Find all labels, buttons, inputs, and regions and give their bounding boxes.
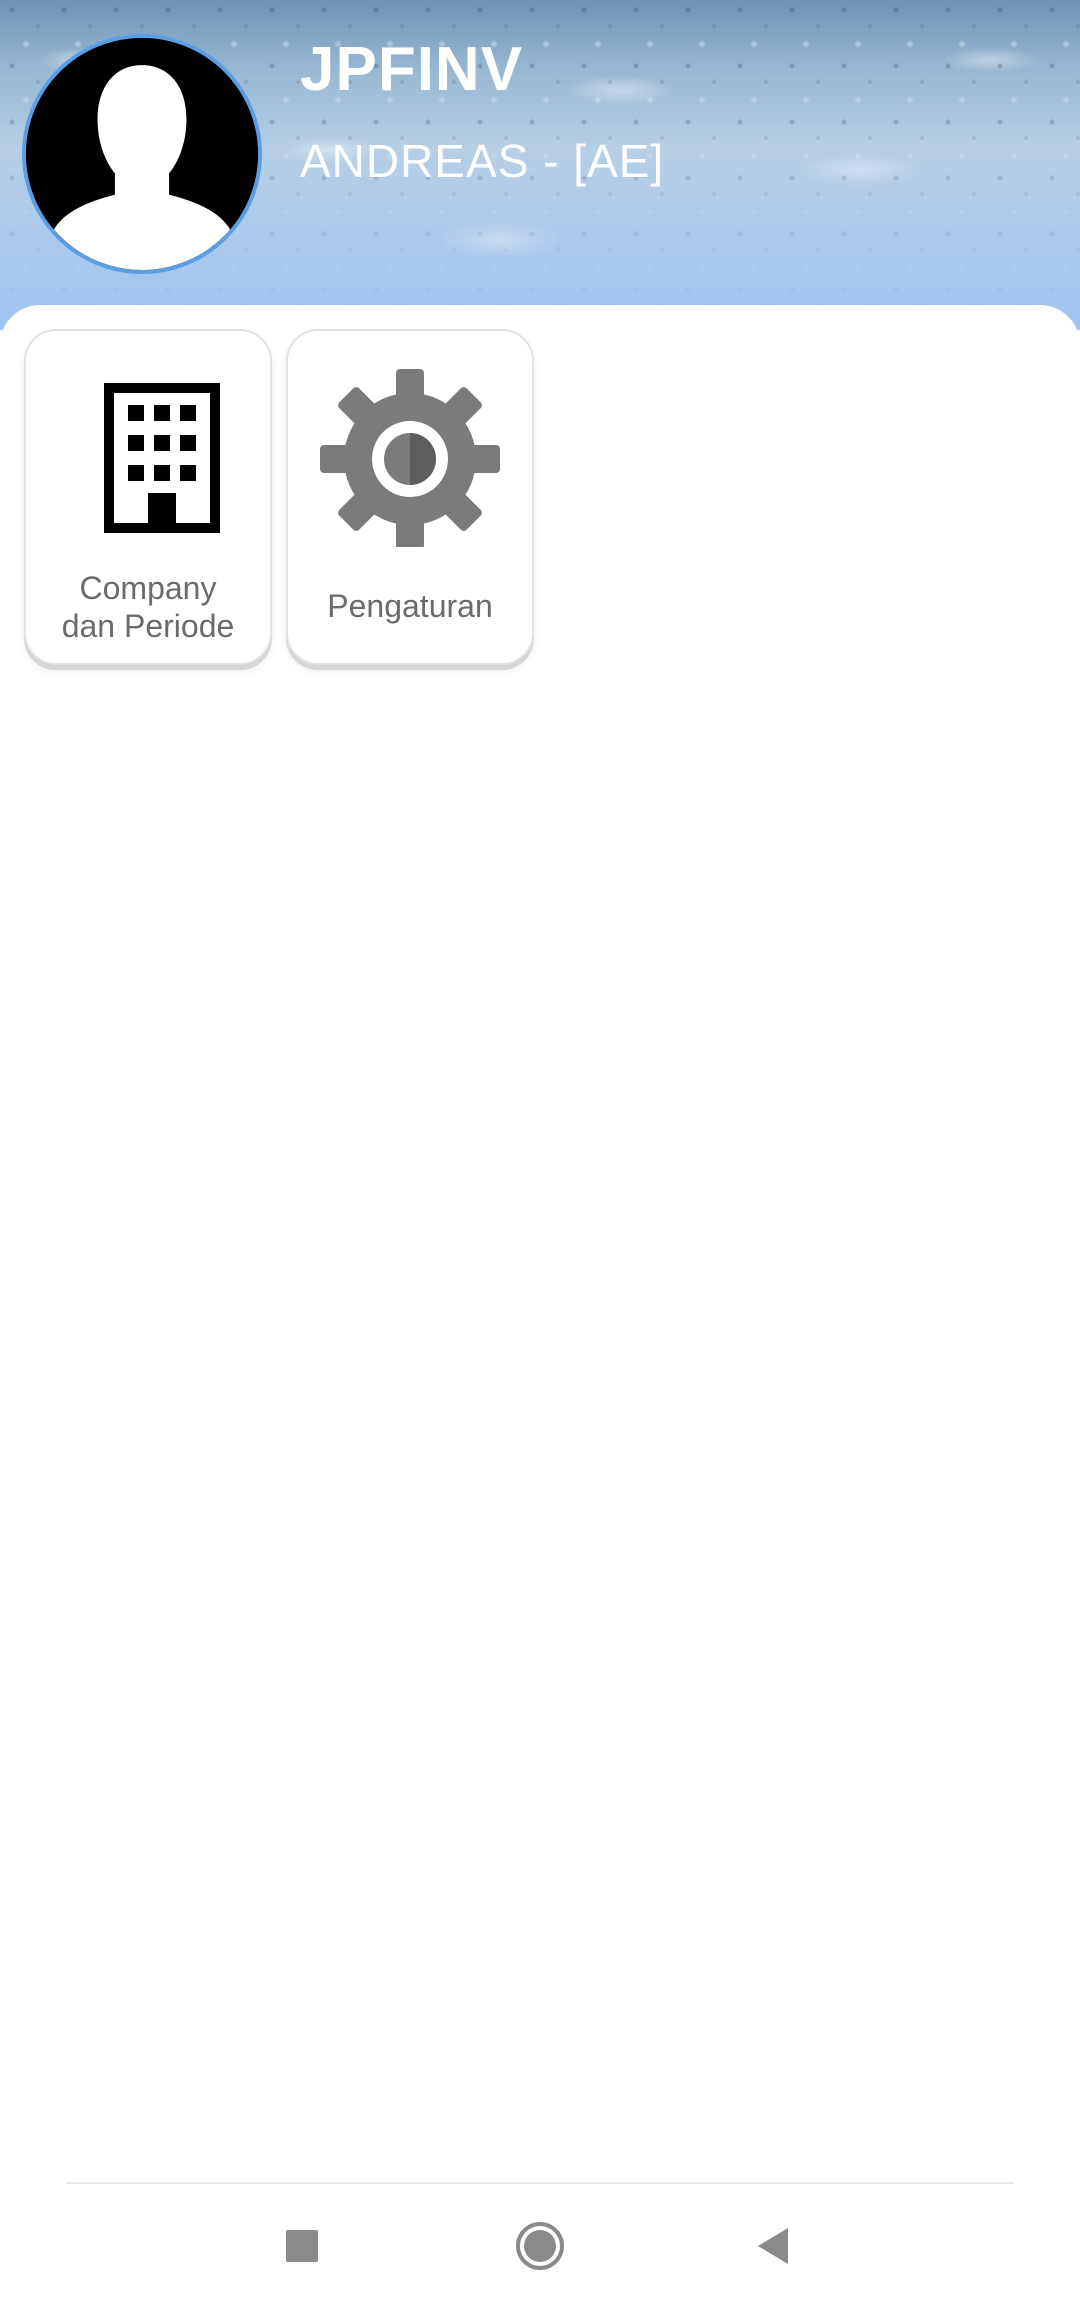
square-icon [286,2230,318,2262]
gear-icon [320,367,500,547]
system-navigation-bar [0,2184,1080,2312]
menu-tile-company-period[interactable]: Company dan Periode [24,329,272,665]
menu-tile-label-line: Company dan Periode [61,570,235,644]
menu-tile-label: Company dan Periode [26,569,270,645]
circle-icon [516,2222,564,2270]
home-button[interactable] [508,2214,572,2278]
app-title: JPFINV [300,35,524,104]
building-icon [58,367,238,547]
header-banner: JPFINV ANDREAS - [AE] [0,0,1080,330]
menu-tile-settings[interactable]: Pengaturan [286,329,534,665]
back-button[interactable] [740,2214,804,2278]
main-content: Company dan Periode Pengaturan [0,305,1080,2175]
user-silhouette-icon [26,38,258,270]
user-label: ANDREAS - [AE] [300,135,665,187]
menu-tile-label: Pengaturan [327,588,493,624]
recents-button[interactable] [270,2214,334,2278]
avatar[interactable] [22,34,262,274]
triangle-back-icon [758,2228,788,2264]
